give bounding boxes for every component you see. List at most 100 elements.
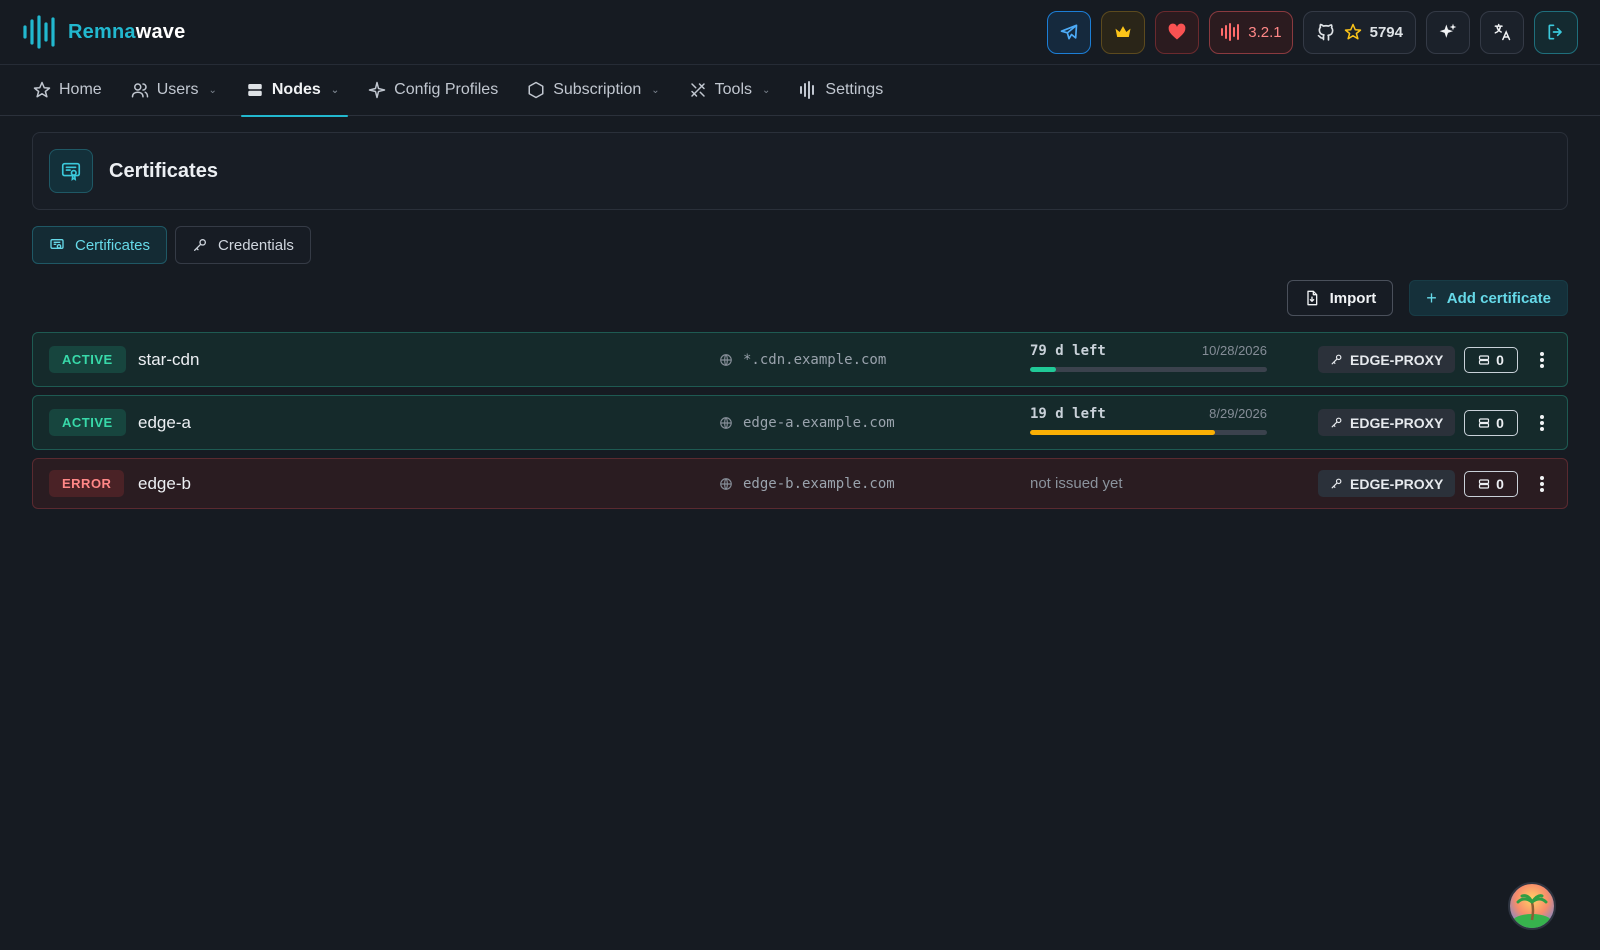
certificate-list: ACTIVE star-cdn *.cdn.example.com 79 d l… bbox=[32, 332, 1568, 517]
nodes-count-badge[interactable]: 0 bbox=[1464, 346, 1518, 373]
chevron-down-icon: ⌄ bbox=[330, 84, 340, 96]
nav-nodes-label: Nodes bbox=[271, 81, 321, 98]
heart-button[interactable] bbox=[1155, 10, 1200, 54]
certificate-row[interactable]: ACTIVE edge-a edge-a.example.com 19 d le… bbox=[32, 395, 1568, 450]
profile-tag[interactable]: EDGE-PROXY bbox=[1318, 409, 1456, 436]
key-icon bbox=[1331, 478, 1342, 489]
nav-settings[interactable]: Settings bbox=[794, 65, 888, 116]
nodes-count: 0 bbox=[1496, 475, 1504, 492]
toolbar: Import + Add certificate bbox=[1286, 280, 1568, 316]
status-badge: ACTIVE bbox=[49, 409, 126, 436]
certificate-domain: *.cdn.example.com bbox=[719, 352, 886, 368]
profile-tag[interactable]: EDGE-PROXY bbox=[1318, 470, 1456, 497]
dots-vertical-icon bbox=[1540, 351, 1544, 368]
star-icon bbox=[1344, 23, 1361, 40]
certificate-name: edge-a bbox=[138, 412, 191, 432]
telegram-icon bbox=[1060, 24, 1078, 40]
brand-name-part2: wave bbox=[135, 20, 186, 43]
plus-icon: + bbox=[1426, 287, 1437, 308]
palm-island-icon bbox=[1512, 894, 1552, 928]
key-icon bbox=[194, 239, 207, 251]
sparkles-button[interactable] bbox=[1426, 10, 1470, 54]
sparkles-icon bbox=[1439, 23, 1457, 38]
brand-name-part1: Remna bbox=[68, 20, 136, 43]
nodes-count: 0 bbox=[1496, 351, 1504, 368]
github-stars: 5794 bbox=[1369, 23, 1403, 41]
key-icon bbox=[1331, 417, 1342, 428]
tabs: Certificates Credentials bbox=[32, 226, 311, 264]
language-button[interactable] bbox=[1480, 10, 1524, 54]
page-title: Certificates bbox=[109, 159, 218, 182]
server-icon bbox=[1478, 478, 1490, 489]
domain-text: *.cdn.example.com bbox=[743, 351, 887, 368]
nodes-count-badge[interactable]: 0 bbox=[1464, 409, 1518, 436]
add-certificate-label: Add certificate bbox=[1446, 289, 1551, 307]
more-menu-button[interactable] bbox=[1529, 469, 1555, 499]
certificate-icon bbox=[49, 149, 93, 193]
page-header-card: Certificates bbox=[32, 132, 1568, 210]
nav-tools[interactable]: Tools ⌄ bbox=[684, 65, 776, 116]
tab-certificates[interactable]: Certificates bbox=[32, 226, 168, 264]
brand[interactable]: Remnawave bbox=[22, 15, 185, 49]
hexagon-icon bbox=[528, 81, 544, 99]
nodes-count-badge[interactable]: 0 bbox=[1464, 470, 1518, 497]
not-issued-text: not issued yet bbox=[1030, 475, 1123, 492]
profile-tag-label: EDGE-PROXY bbox=[1350, 475, 1444, 492]
domain-text: edge-b.example.com bbox=[743, 475, 895, 492]
nav-home-label: Home bbox=[59, 81, 102, 98]
server-icon bbox=[248, 84, 262, 96]
chevron-down-icon: ⌄ bbox=[762, 84, 771, 96]
nav-nodes[interactable]: Nodes ⌄ bbox=[240, 65, 349, 117]
tab-credentials[interactable]: Credentials bbox=[175, 226, 311, 264]
app-header: Remnawave 3.2.1 5794 bbox=[0, 0, 1600, 65]
globe-icon bbox=[720, 353, 732, 366]
star-outline-icon bbox=[33, 81, 51, 98]
main-nav: Home Users ⌄ Nodes ⌄ Config Profiles Sub… bbox=[0, 65, 1600, 117]
crown-icon bbox=[1115, 26, 1131, 37]
chevron-down-icon: ⌄ bbox=[651, 84, 660, 96]
expiry-progress-fill bbox=[1030, 430, 1215, 435]
expiry-info: 19 d left 8/29/2026 bbox=[1030, 406, 1267, 435]
logo-small-icon bbox=[1221, 23, 1240, 41]
certificate-name: edge-b bbox=[138, 473, 191, 493]
certificate-row[interactable]: ACTIVE star-cdn *.cdn.example.com 79 d l… bbox=[32, 332, 1568, 387]
nav-subscription[interactable]: Subscription ⌄ bbox=[522, 65, 664, 116]
add-certificate-button[interactable]: + Add certificate bbox=[1409, 280, 1568, 316]
certificate-row[interactable]: ERROR edge-b edge-b.example.com not issu… bbox=[32, 458, 1568, 509]
certificate-domain: edge-b.example.com bbox=[719, 476, 895, 492]
logout-icon bbox=[1548, 24, 1562, 40]
profile-tag[interactable]: EDGE-PROXY bbox=[1318, 346, 1456, 373]
nav-config-profiles[interactable]: Config Profiles bbox=[363, 65, 503, 116]
expiry-info: 79 d left 10/28/2026 bbox=[1030, 343, 1267, 372]
translate-icon bbox=[1494, 23, 1511, 41]
version-button[interactable]: 3.2.1 bbox=[1209, 10, 1293, 54]
more-menu-button[interactable] bbox=[1529, 345, 1555, 375]
brand-name: Remnawave bbox=[68, 21, 185, 44]
nav-home[interactable]: Home bbox=[28, 65, 107, 116]
more-menu-button[interactable] bbox=[1529, 408, 1555, 438]
github-button[interactable]: 5794 bbox=[1302, 10, 1416, 54]
globe-icon bbox=[720, 416, 732, 429]
chevron-down-icon: ⌄ bbox=[208, 84, 217, 96]
server-icon bbox=[1478, 417, 1490, 428]
key-icon bbox=[1331, 354, 1342, 365]
version-label: 3.2.1 bbox=[1248, 23, 1282, 41]
nav-users[interactable]: Users ⌄ bbox=[126, 65, 222, 116]
tab-credentials-label: Credentials bbox=[218, 236, 294, 254]
floating-avatar-button[interactable] bbox=[1508, 882, 1556, 930]
nav-tools-label: Tools bbox=[714, 81, 752, 98]
status-badge: ERROR bbox=[49, 470, 125, 497]
heart-icon bbox=[1168, 23, 1186, 40]
certificate-icon bbox=[50, 239, 64, 249]
import-button[interactable]: Import bbox=[1286, 280, 1394, 316]
days-left: 79 d left bbox=[1030, 343, 1106, 359]
crown-button[interactable] bbox=[1101, 10, 1146, 54]
expiry-date: 10/28/2026 bbox=[1201, 343, 1267, 358]
dots-vertical-icon bbox=[1540, 475, 1544, 492]
github-icon bbox=[1317, 23, 1334, 41]
tools-icon bbox=[690, 83, 705, 97]
logout-button[interactable] bbox=[1534, 10, 1578, 54]
nav-subscription-label: Subscription bbox=[553, 81, 642, 98]
telegram-button[interactable] bbox=[1047, 10, 1092, 54]
file-import-icon bbox=[1306, 290, 1317, 306]
